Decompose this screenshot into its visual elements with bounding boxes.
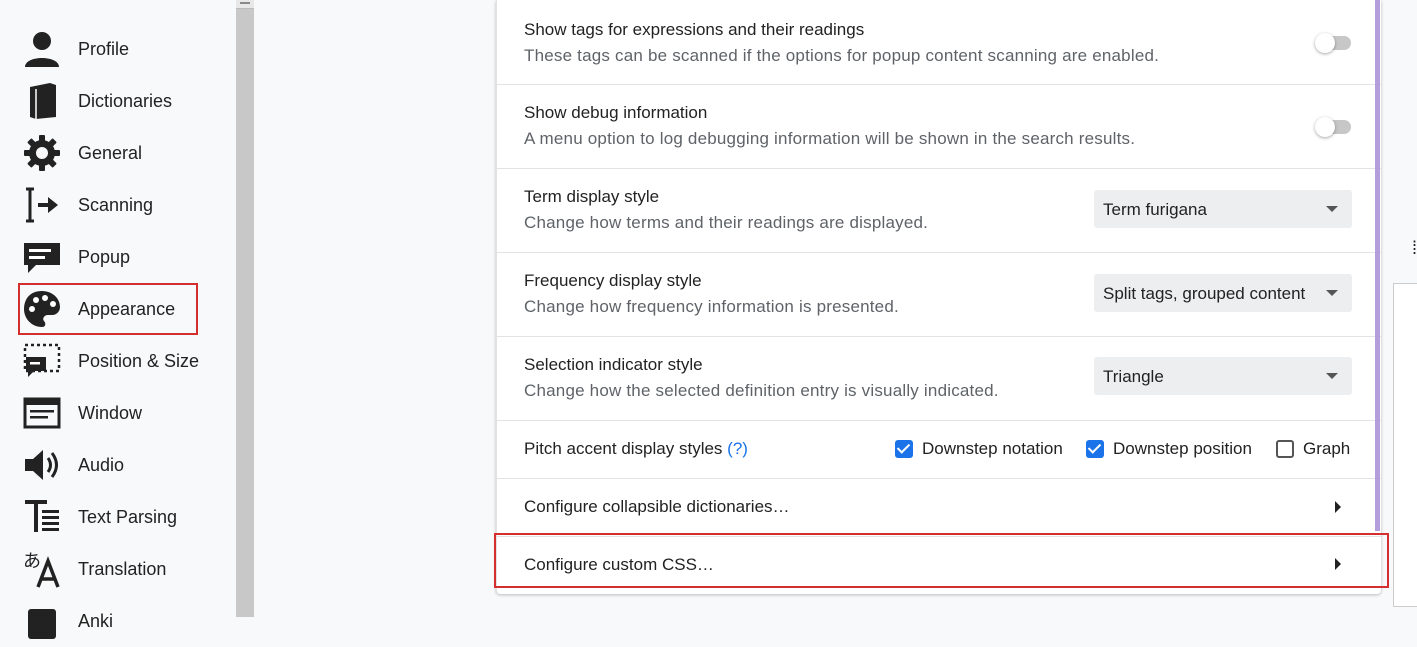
checkbox-label: Graph xyxy=(1303,439,1351,458)
select-value: Term furigana xyxy=(1103,200,1207,219)
partial-edge-icon: ⁞ xyxy=(1412,238,1417,258)
translate-icon: あ xyxy=(22,549,62,589)
show-tags-toggle[interactable] xyxy=(1315,33,1351,53)
setting-title: Pitch accent display styles (?) xyxy=(524,439,748,459)
sidebar-item-dictionaries[interactable]: Dictionaries xyxy=(18,75,232,127)
setting-description: A menu option to log debugging informati… xyxy=(524,129,1136,148)
select-value: Split tags, grouped content xyxy=(1103,284,1306,303)
dropdown-arrow-icon xyxy=(1326,290,1338,296)
toggle-knob xyxy=(1315,117,1335,137)
configure-custom-css-link[interactable]: Configure custom CSS… xyxy=(497,536,1381,594)
setting-row-show-debug: Show debug information A menu option to … xyxy=(497,84,1381,169)
selection-indicator-select[interactable]: Triangle xyxy=(1094,357,1352,395)
text-parsing-icon xyxy=(22,497,62,537)
chevron-right-icon xyxy=(1335,558,1341,570)
setting-row-pitch-accent: Pitch accent display styles (?) Downstep… xyxy=(497,420,1381,479)
setting-title: Show debug information xyxy=(524,103,708,122)
sidebar-scrollbar[interactable] xyxy=(236,0,254,617)
toggle-knob xyxy=(1315,33,1335,53)
setting-title: Selection indicator style xyxy=(524,355,703,374)
show-debug-toggle[interactable] xyxy=(1315,117,1351,137)
downstep-notation-checkbox[interactable] xyxy=(895,440,913,458)
sidebar-nav: Profile Dictionaries General Scanning Po… xyxy=(0,0,236,639)
sidebar-item-appearance[interactable]: Appearance xyxy=(18,283,198,335)
sidebar-item-label: General xyxy=(78,142,143,163)
sidebar-item-profile[interactable]: Profile xyxy=(18,23,232,75)
person-icon xyxy=(22,29,62,69)
setting-title: Configure custom CSS… xyxy=(524,555,714,574)
help-link[interactable]: (?) xyxy=(727,439,748,458)
frequency-display-select[interactable]: Split tags, grouped content xyxy=(1094,274,1352,312)
sidebar-item-audio[interactable]: Audio xyxy=(18,439,232,491)
checkbox-label: Downstep notation xyxy=(922,439,1063,458)
sidebar-item-label: Profile xyxy=(78,38,130,59)
sidebar-item-position-size[interactable]: Position & Size xyxy=(18,335,232,387)
scrollbar-thumb[interactable] xyxy=(236,0,254,9)
sidebar-item-window[interactable]: Window xyxy=(18,387,232,439)
position-size-icon xyxy=(22,341,62,381)
setting-title: Frequency display style xyxy=(524,271,702,290)
checkbox-label: Downstep position xyxy=(1113,439,1252,458)
setting-title: Term display style xyxy=(524,187,660,206)
setting-row-show-tags: Show tags for expressions and their read… xyxy=(497,0,1381,85)
select-value: Triangle xyxy=(1103,367,1164,386)
sidebar-item-popup[interactable]: Popup xyxy=(18,231,232,283)
palette-icon xyxy=(22,289,62,329)
sidebar-item-label: Translation xyxy=(78,558,167,579)
sidebar-item-label: Position & Size xyxy=(78,350,200,371)
graph-checkbox[interactable] xyxy=(1276,440,1294,458)
downstep-position-checkbox[interactable] xyxy=(1086,440,1104,458)
setting-title: Show tags for expressions and their read… xyxy=(524,20,865,39)
sidebar-item-label: Window xyxy=(78,402,143,423)
sidebar-item-general[interactable]: General xyxy=(18,127,232,179)
setting-row-term-display: Term display style Change how terms and … xyxy=(497,168,1381,253)
configure-collapsible-dictionaries-link[interactable]: Configure collapsible dictionaries… xyxy=(497,478,1381,537)
text-cursor-arrow-icon xyxy=(22,185,62,225)
sidebar-item-label: Anki xyxy=(78,610,114,631)
side-panel-edge xyxy=(1393,283,1417,607)
popup-message-icon xyxy=(22,237,62,277)
panel-accent-bar xyxy=(1375,0,1380,531)
appearance-settings-panel: Show tags for expressions and their read… xyxy=(496,0,1381,594)
window-icon xyxy=(22,393,62,433)
dropdown-arrow-icon xyxy=(1326,373,1338,379)
sidebar-item-translation[interactable]: あ Translation xyxy=(18,543,232,595)
sidebar-item-label: Dictionaries xyxy=(78,90,173,111)
sidebar-item-label: Appearance xyxy=(78,298,176,319)
setting-title: Configure collapsible dictionaries… xyxy=(524,497,790,516)
setting-description: Change how terms and their readings are … xyxy=(524,213,929,232)
gear-icon xyxy=(22,133,62,173)
sidebar-item-text-parsing[interactable]: Text Parsing xyxy=(18,491,232,543)
setting-description: Change how frequency information is pres… xyxy=(524,297,899,316)
anki-icon xyxy=(22,601,62,641)
sidebar-item-label: Audio xyxy=(78,454,125,475)
sidebar-item-label: Popup xyxy=(78,246,131,267)
sidebar-item-anki[interactable]: Anki xyxy=(18,595,232,647)
term-display-select[interactable]: Term furigana xyxy=(1094,190,1352,228)
setting-description: These tags can be scanned if the options… xyxy=(524,46,1160,65)
sidebar-item-label: Text Parsing xyxy=(78,506,178,527)
svg-text:あ: あ xyxy=(23,551,41,572)
sidebar-item-scanning[interactable]: Scanning xyxy=(18,179,232,231)
setting-row-frequency-display: Frequency display style Change how frequ… xyxy=(497,252,1381,337)
dropdown-arrow-icon xyxy=(1326,206,1338,212)
pitch-accent-title: Pitch accent display styles xyxy=(524,439,723,458)
sidebar-item-label: Scanning xyxy=(78,194,154,215)
book-icon xyxy=(22,81,62,121)
speaker-icon xyxy=(22,445,62,485)
setting-description: Change how the selected definition entry… xyxy=(524,381,999,400)
chevron-right-icon xyxy=(1335,501,1341,513)
setting-row-selection-indicator: Selection indicator style Change how the… xyxy=(497,336,1381,421)
